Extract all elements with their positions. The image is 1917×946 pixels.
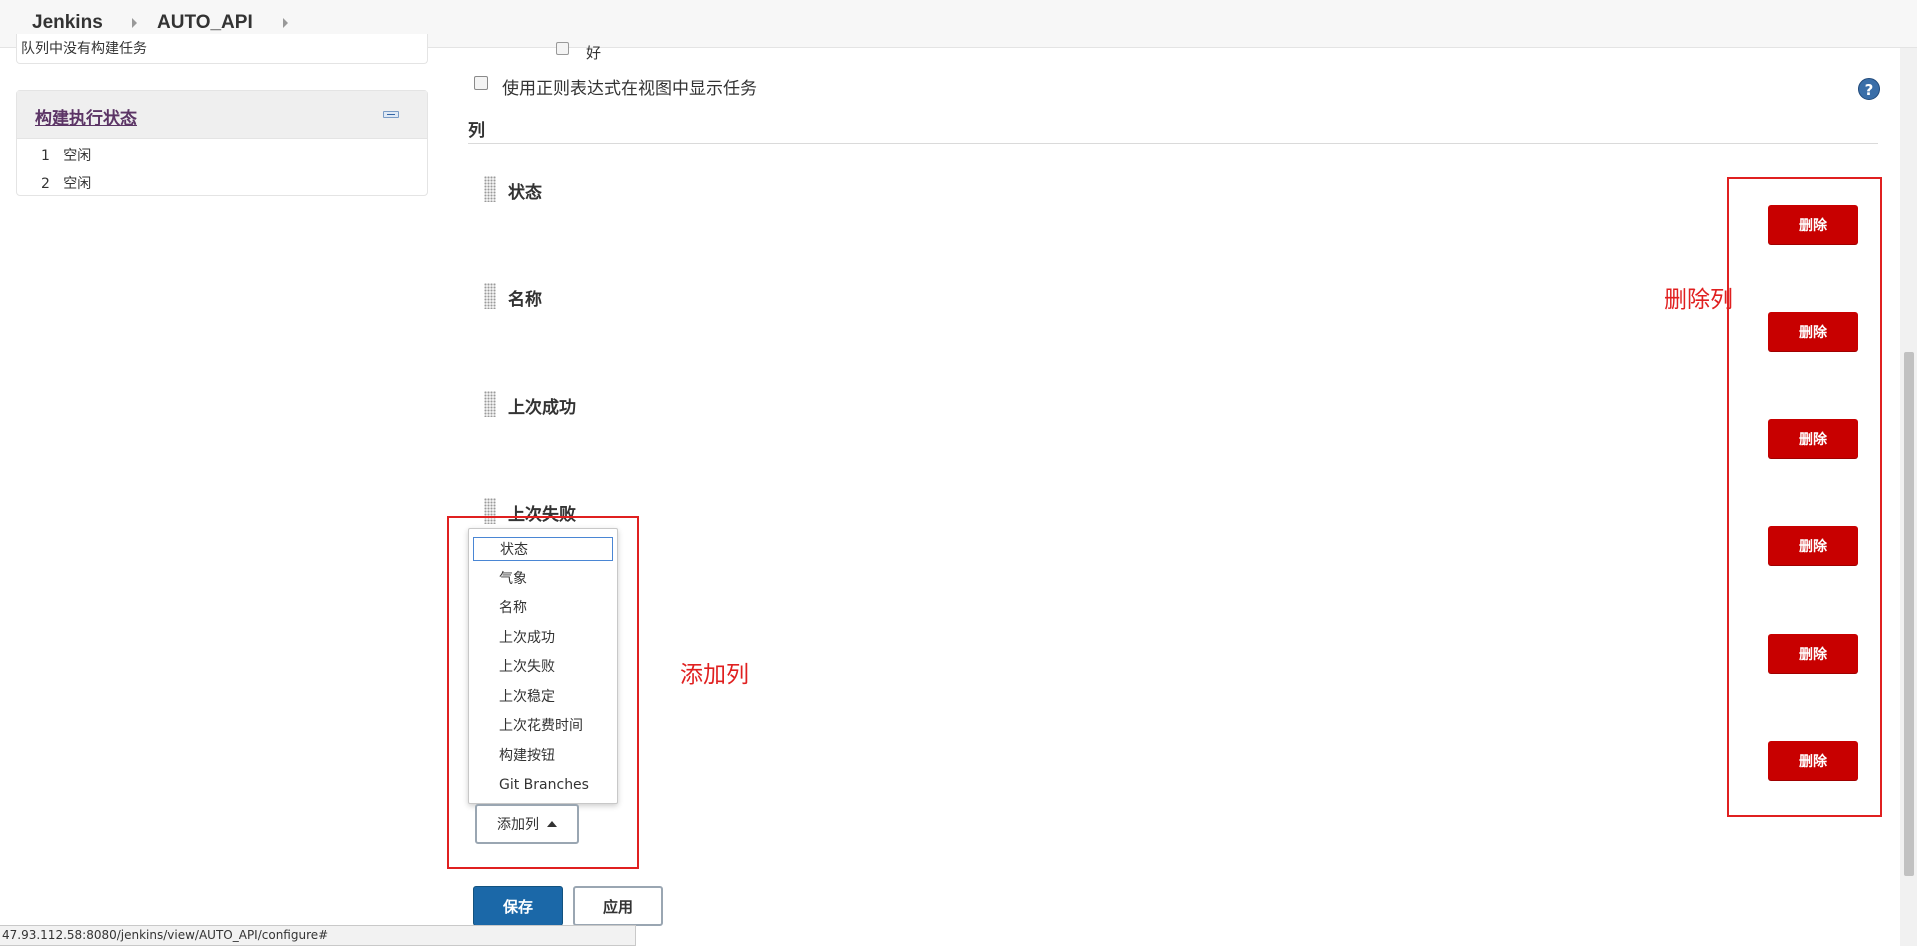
menu-item-last-stable[interactable]: 上次稳定	[473, 685, 613, 709]
partial-checkbox-label: 好	[586, 44, 602, 62]
column-name: 名称	[508, 290, 542, 310]
executor-number: 2	[41, 176, 50, 192]
columns-section-title: 列	[468, 121, 485, 141]
breadcrumb-separator-icon[interactable]	[283, 18, 288, 28]
drag-handle-icon[interactable]	[484, 391, 496, 417]
executor-row: 1 空闲	[41, 145, 91, 165]
vertical-scrollbar[interactable]	[1900, 48, 1917, 946]
executor-number: 1	[41, 148, 50, 164]
collapse-icon[interactable]	[383, 111, 399, 118]
regex-filter-label: 使用正则表达式在视图中显示任务	[502, 79, 757, 99]
menu-item-status[interactable]: 状态	[473, 537, 613, 561]
menu-item-build-button[interactable]: 构建按钮	[473, 744, 613, 768]
queue-empty-text: 队列中没有构建任务	[21, 41, 147, 57]
column-name: 状态	[508, 183, 542, 203]
menu-item-last-success[interactable]: 上次成功	[473, 626, 613, 650]
add-column-menu: 状态 气象 名称 上次成功 上次失败 上次稳定 上次花费时间 构建按钮 Git …	[468, 528, 618, 804]
question-circle-icon[interactable]: ?	[1858, 78, 1880, 100]
drag-handle-icon[interactable]	[484, 176, 496, 202]
menu-item-git-branches[interactable]: Git Branches	[473, 773, 613, 797]
apply-button[interactable]: 应用	[573, 886, 663, 926]
executor-status-panel: 构建执行状态 1 空闲 2 空闲	[16, 90, 428, 196]
breadcrumb-auto-api[interactable]: AUTO_API	[157, 12, 253, 34]
menu-item-last-failure[interactable]: 上次失败	[473, 655, 613, 679]
drag-handle-icon[interactable]	[484, 283, 496, 309]
add-column-button[interactable]: 添加列	[475, 804, 579, 844]
column-name: 上次成功	[508, 398, 576, 418]
delete-columns-highlight	[1727, 177, 1882, 817]
menu-item-weather[interactable]: 气象	[473, 567, 613, 591]
regex-filter-checkbox[interactable]	[474, 76, 488, 90]
executor-state: 空闲	[63, 176, 92, 192]
add-columns-annotation: 添加列	[680, 662, 749, 688]
breadcrumb-jenkins[interactable]: Jenkins	[32, 12, 103, 34]
scrollbar-thumb[interactable]	[1904, 352, 1914, 876]
save-button[interactable]: 保存	[473, 886, 563, 926]
executor-status-link[interactable]: 构建执行状态	[35, 104, 137, 129]
caret-up-icon	[547, 821, 557, 827]
partial-checkbox[interactable]	[556, 42, 569, 55]
breadcrumb-separator-icon[interactable]	[132, 18, 137, 28]
link-status-bar: 47.93.112.58:8080/jenkins/view/AUTO_API/…	[0, 925, 636, 946]
menu-item-last-duration[interactable]: 上次花费时间	[473, 714, 613, 738]
executor-row: 2 空闲	[41, 173, 91, 193]
section-divider	[468, 143, 1878, 144]
delete-columns-annotation: 删除列	[1664, 287, 1733, 313]
build-queue-panel: 队列中没有构建任务	[16, 34, 428, 64]
add-column-label: 添加列	[497, 817, 539, 833]
menu-item-name[interactable]: 名称	[473, 596, 613, 620]
executor-state: 空闲	[63, 148, 92, 164]
executor-panel-header: 构建执行状态	[17, 91, 427, 139]
